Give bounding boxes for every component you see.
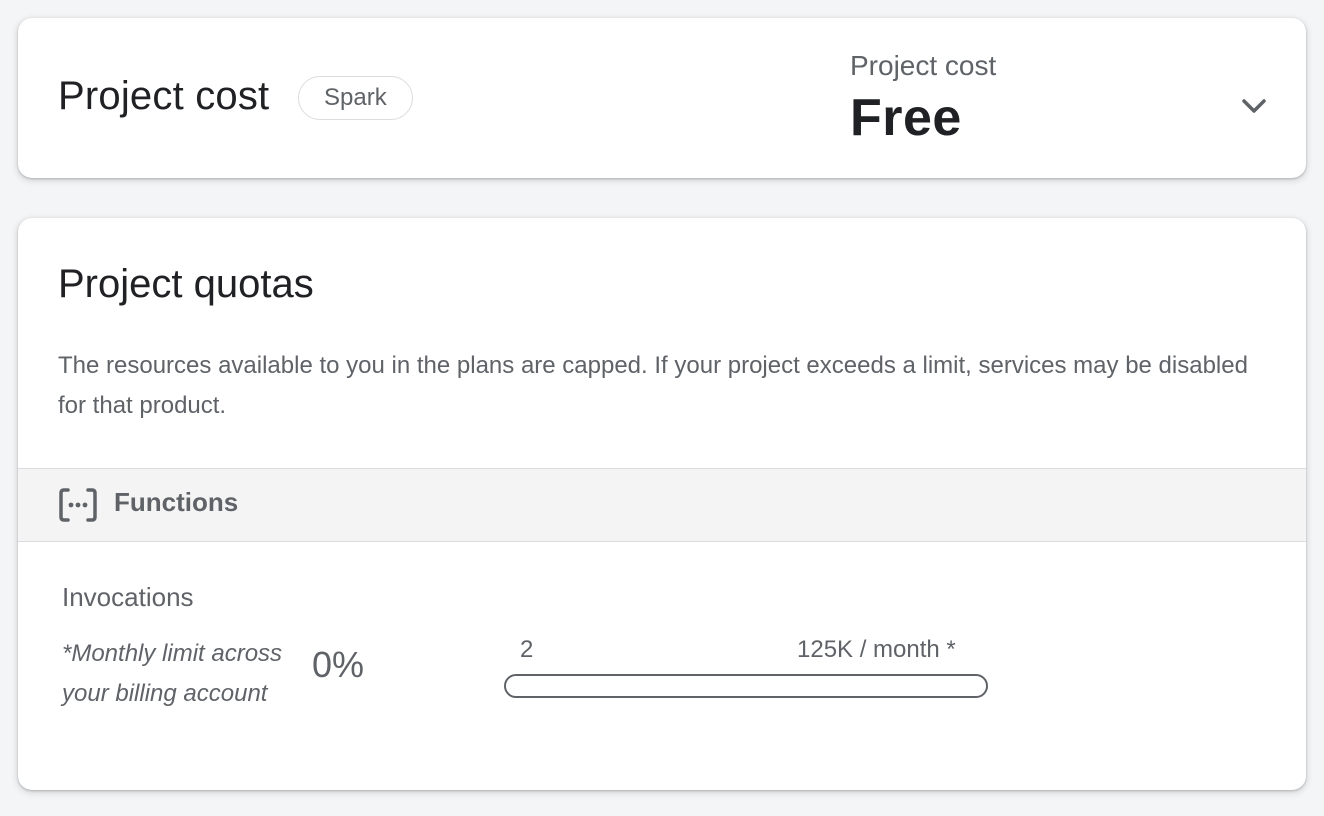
project-cost-title: Project cost — [58, 74, 270, 118]
cost-summary-value: Free — [850, 89, 962, 147]
metric-name: Invocations — [62, 582, 194, 612]
chevron-down-icon — [1242, 99, 1266, 113]
cost-summary-label: Project cost — [850, 50, 997, 81]
project-quotas-description: The resources available to you in the pl… — [58, 352, 1248, 419]
metric-limit-note: *Monthly limit across your billing accou… — [62, 640, 283, 707]
expand-cost-button[interactable] — [1236, 88, 1272, 124]
usage-limit-label: 125K / month * — [797, 636, 956, 663]
usage-current-value: 2 — [520, 636, 534, 663]
functions-icon — [59, 488, 97, 522]
project-quotas-title: Project quotas — [58, 262, 314, 306]
usage-percent: 0% — [312, 644, 365, 685]
plan-badge: Spark — [298, 76, 413, 120]
project-cost-card: Project cost Spark Project cost Free — [18, 18, 1306, 178]
functions-section-label: Functions — [114, 487, 239, 517]
functions-section-header: Functions — [18, 468, 1306, 542]
project-quotas-card: Project quotas The resources available t… — [18, 218, 1306, 790]
usage-progress-bar — [504, 674, 988, 698]
